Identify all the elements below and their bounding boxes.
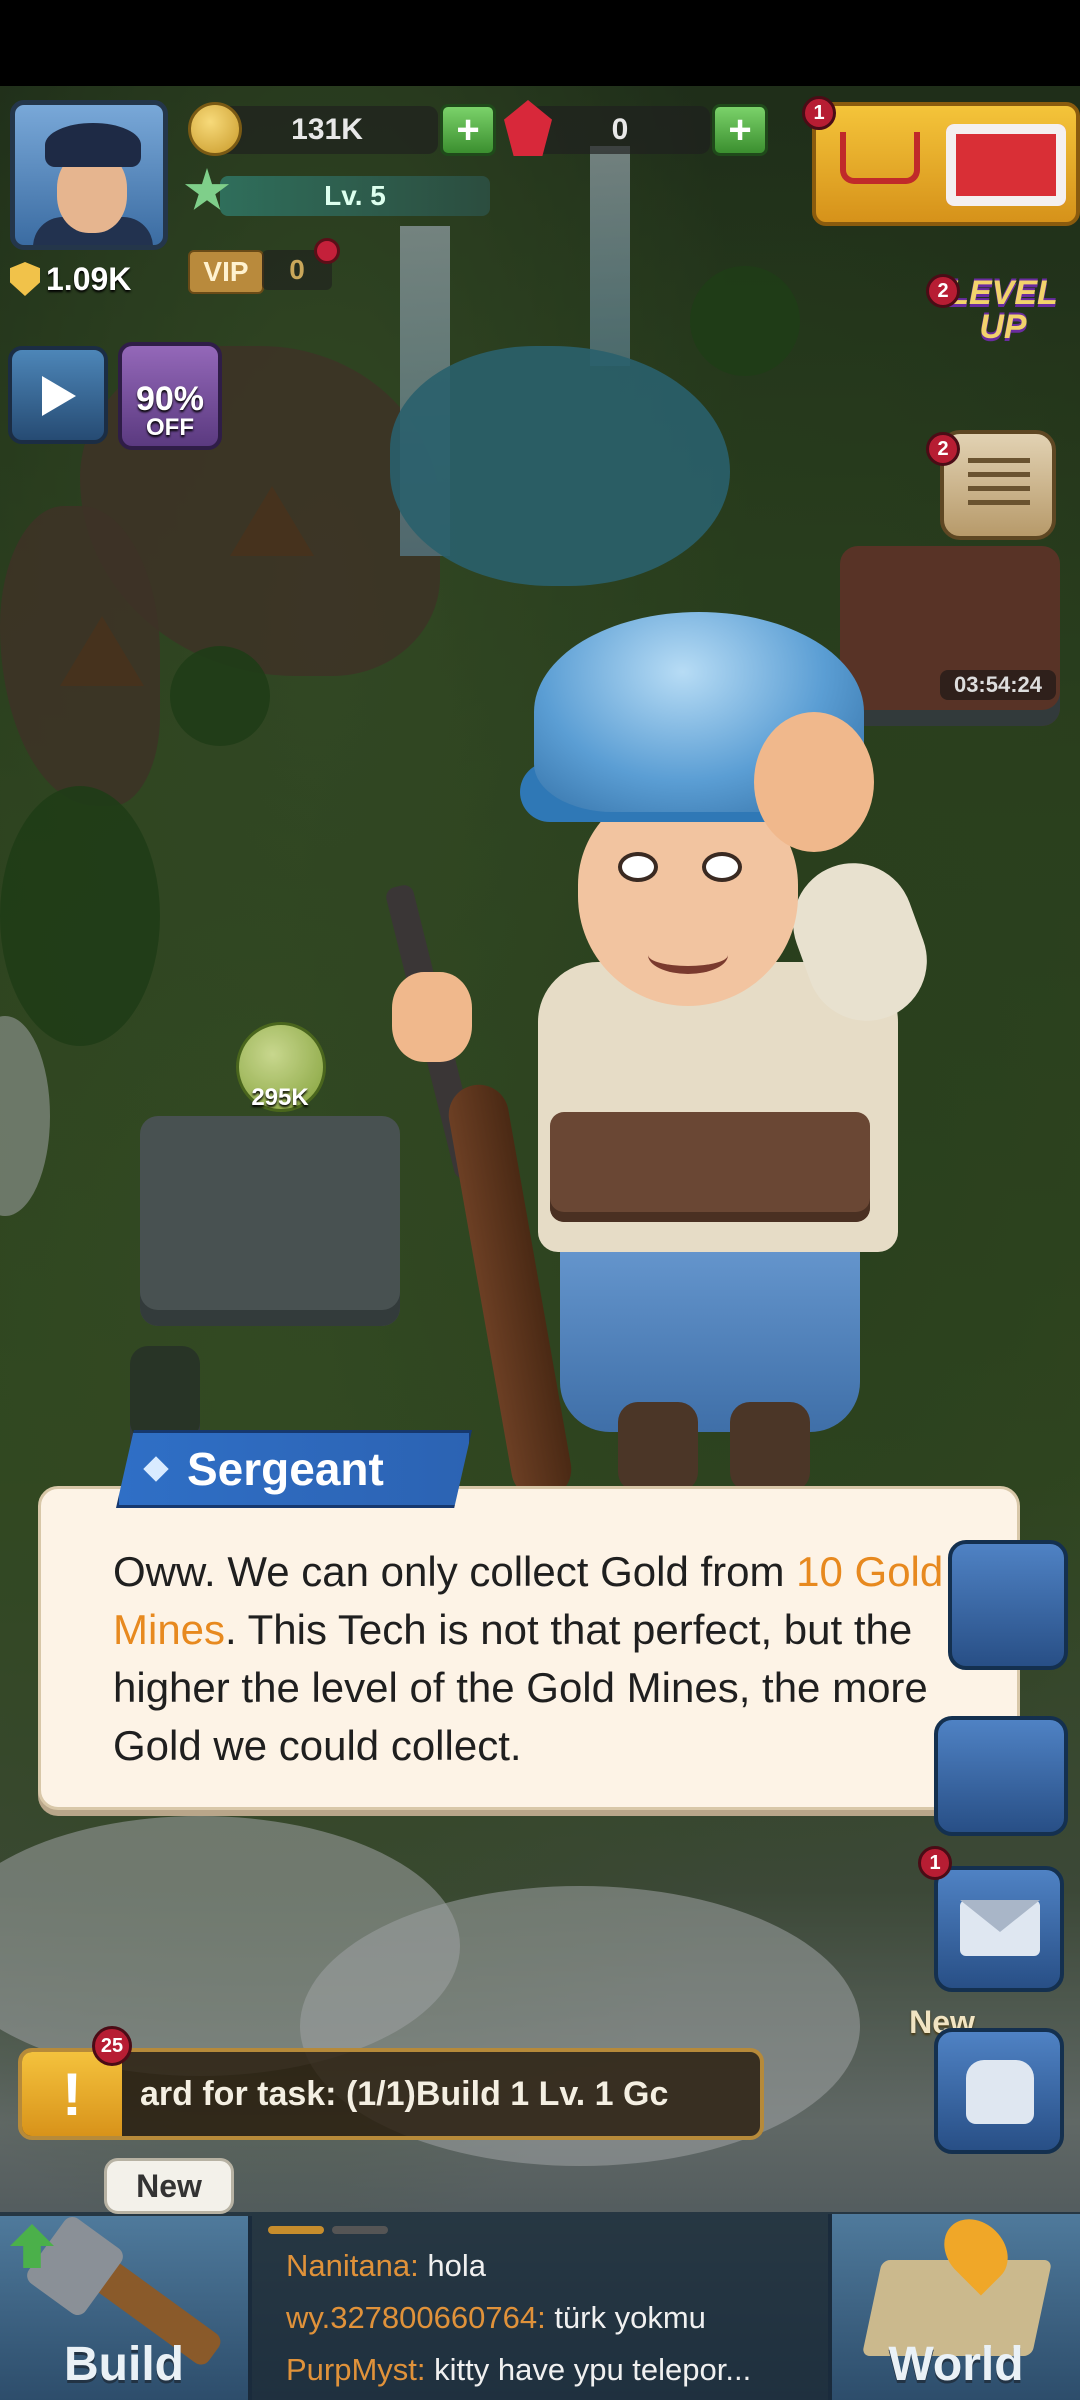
build-new-tag: New: [104, 2158, 234, 2214]
character-eye: [618, 852, 658, 882]
discount-offer-button[interactable]: 90% OFF: [118, 342, 222, 450]
backpack-icon: [966, 2060, 1034, 2124]
gift-icon: [946, 124, 1066, 206]
task-text: ard for task: (1/1)Build 1 Lv. 1 Gc: [140, 2075, 669, 2113]
character-mouth: [648, 936, 728, 974]
build-button[interactable]: Build: [0, 2213, 252, 2400]
gold-mine-amount: 295K: [251, 1084, 309, 1111]
chat-message: PurpMyst: kitty have ypu telepor...: [286, 2352, 826, 2388]
status-bar: [0, 0, 1080, 86]
gold-coin-icon: [188, 102, 242, 156]
chat-message: wy.327800660764: türk yokmu: [286, 2300, 826, 2336]
dialog-text-start: Oww. We can only collect Gold from: [113, 1548, 797, 1595]
cart-icon: [840, 132, 920, 184]
gold-value: 131K: [291, 113, 363, 146]
tutorial-dialog[interactable]: Oww. We can only collect Gold from 10 Go…: [38, 1486, 1020, 1810]
level-bar[interactable]: Lv. 5: [220, 176, 490, 216]
backpack-button[interactable]: [934, 2028, 1064, 2154]
vip-badge[interactable]: VIP: [188, 250, 264, 294]
level-value: Lv. 5: [324, 180, 386, 211]
levelup-badge: 2: [926, 274, 960, 308]
gem-bar: 0: [530, 106, 710, 154]
dialog-text-end: . This Tech is not that perfect, but the…: [113, 1606, 928, 1769]
chat-text: kitty have ypu telepor...: [425, 2352, 752, 2387]
saluting-hand: [754, 712, 874, 852]
gold-bar: 131K: [216, 106, 438, 154]
character-eye: [702, 852, 742, 882]
chat-user: PurpMyst:: [286, 2352, 426, 2387]
add-gem-button[interactable]: +: [712, 104, 768, 156]
chat-preview[interactable]: Nanitana: hola wy.327800660764: türk yok…: [268, 2220, 828, 2400]
player-avatar[interactable]: [10, 100, 168, 250]
ammo-belt: [550, 1112, 870, 1222]
shop-badge: 1: [802, 96, 836, 130]
rifle-hand: [392, 972, 472, 1062]
vip-notification-dot: [314, 238, 340, 264]
play-icon: [42, 376, 76, 416]
chat-text: hola: [418, 2248, 486, 2283]
levelup-line1: LEVEL: [948, 274, 1058, 312]
speaker-name: Sergeant: [187, 1443, 384, 1495]
levelup-line2: UP: [979, 308, 1027, 346]
chat-user: wy.327800660764:: [286, 2300, 546, 2335]
chat-user: Nanitana:: [286, 2248, 419, 2283]
task-bar[interactable]: ! ard for task: (1/1)Build 1 Lv. 1 Gc: [18, 2048, 764, 2140]
world-label: World: [888, 2338, 1024, 2391]
shield-icon: [10, 262, 40, 296]
avatar-cap: [45, 123, 141, 167]
add-gold-button[interactable]: +: [440, 104, 496, 156]
video-reward-button[interactable]: [8, 346, 108, 444]
level-up-event-button[interactable]: LEVEL UP: [944, 276, 1062, 376]
scroll-icon: [968, 458, 1030, 514]
shop-button[interactable]: [812, 102, 1080, 226]
diamond-icon: [143, 1456, 169, 1482]
vip-level-value: 0: [289, 254, 305, 285]
vip-label: VIP: [203, 256, 249, 287]
power-display: 1.09K: [10, 256, 131, 302]
character-boot: [618, 1402, 698, 1492]
character-boot: [730, 1402, 810, 1492]
task-badge: 25: [92, 2026, 132, 2066]
chat-message: Nanitana: hola: [286, 2248, 826, 2284]
side-button-top[interactable]: [948, 1540, 1068, 1670]
discount-percent: 90%: [135, 380, 205, 418]
gem-value: 0: [611, 113, 629, 146]
chat-channel-indicator: [268, 2226, 388, 2234]
discount-off-label: OFF: [146, 414, 194, 441]
world-button[interactable]: World: [828, 2206, 1080, 2400]
mail-badge: 1: [918, 1846, 952, 1880]
sergeant-character: [384, 612, 1000, 1505]
mail-button[interactable]: [934, 1866, 1064, 1992]
speaker-tag: Sergeant: [116, 1430, 472, 1508]
power-value: 1.09K: [46, 260, 132, 297]
quest-badge: 2: [926, 432, 960, 466]
chat-text: türk yokmu: [545, 2300, 706, 2335]
build-label: Build: [64, 2338, 184, 2391]
side-button-middle[interactable]: [934, 1716, 1068, 1836]
